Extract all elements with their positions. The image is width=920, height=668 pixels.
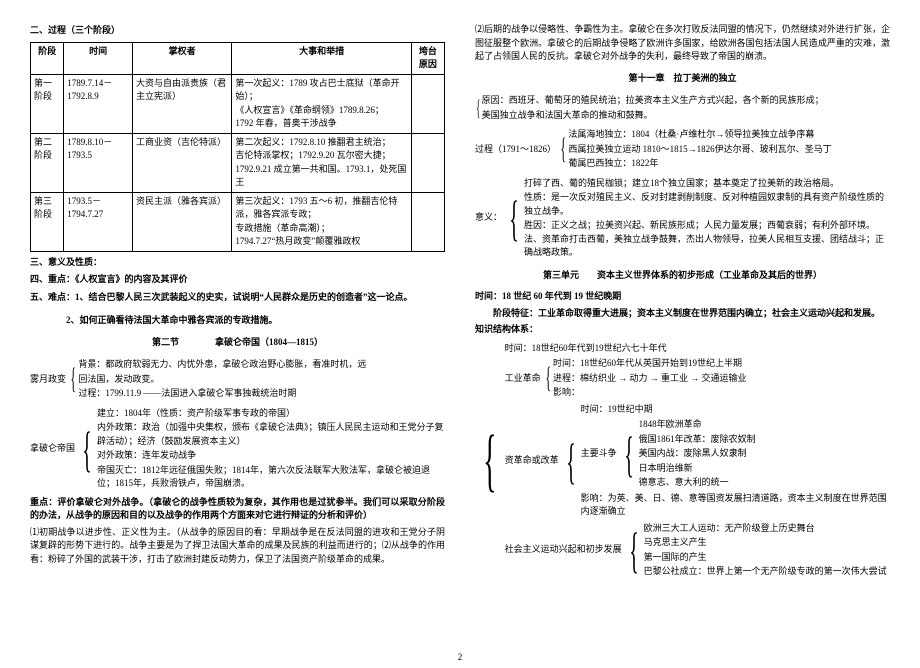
cell-events: 第一次起义：1789 攻占巴士底狱（革命开始）； 《人权宣言》《革命纲领》178…	[232, 74, 411, 133]
brace-icon: {	[483, 426, 496, 496]
proc-line: 西属拉美独立运动 1810～1815→1826伊达尔哥、玻利瓦尔、圣马丁	[568, 143, 890, 157]
ind-line: 时间：18世纪60年代从英国开始到19世纪上半期	[553, 357, 890, 371]
cell-reason	[411, 192, 444, 251]
proc-line: 葡属巴西独立：1822年	[568, 157, 890, 171]
brace-icon: {	[476, 97, 480, 119]
fight-line: 俄国1861年改革：废除农奴制	[639, 433, 890, 447]
brace-icon: {	[566, 436, 576, 486]
ind-line: 进程：棉纺织业 → 动力 → 重工业 → 交通运输业	[553, 372, 890, 386]
bracket-socialism: 社会主义运动兴起和初步发展 { 欧洲三大工人运动：无产阶级登上历史舞台 马克思主…	[505, 521, 890, 580]
ind-line: 影响：	[553, 386, 890, 400]
cell-holder: 资民主派（雅各宾派）	[132, 192, 231, 251]
phases-table: 阶段 时间 掌权者 大事和举措 垮台原因 第一阶段 1789.7.14－1792…	[30, 42, 445, 252]
bracket-label: 雾月政变	[30, 357, 68, 402]
th-reason: 垮台原因	[411, 42, 444, 74]
bracket-label: 过程（1791～1826）	[475, 127, 558, 172]
bracket-label: 资革命或改革	[505, 402, 561, 520]
focus-paragraph: 重点：评价拿破仑对外战争。（拿破仑的战争性质较为复杂，其作用也是过犹参半。我们可…	[30, 496, 445, 523]
brace-icon: {	[545, 363, 551, 393]
th-holder: 掌权者	[132, 42, 231, 74]
bg-line: 背景：都政府软弱无力、内忧外患，拿破仑政治野心膨胀，看准时机，远	[78, 358, 445, 372]
fight-line: 日本明治维新	[639, 462, 890, 476]
reform-effect: 影响：为英、美、日、德、意等国资发展扫清道路，资本主义制度在世界范围内逐渐确立	[581, 492, 890, 519]
cell-holder: 大资与自由派贵族（君主立宪派）	[132, 74, 231, 133]
cause-line: 美国独立战争和法国大革命的推动和鼓舞。	[482, 109, 890, 123]
th-phase: 阶段	[31, 42, 64, 74]
unit3-title: 第三单元 资本主义世界体系的初步形成（工业革命及其后的世界）	[475, 269, 890, 283]
soc-line: 巴黎公社成立：世界上第一个无产阶级专政的第一次伟大尝试	[644, 565, 890, 579]
struct-time: 时间：18世纪60年代到19世纪六七十年代	[505, 342, 890, 356]
time-header: 时间：18 世纪 60 年代到 19 世纪晚期	[475, 290, 890, 304]
section2-title: 第二节 拿破仑帝国（1804—1815）	[30, 336, 445, 350]
brace-icon: {	[624, 429, 634, 479]
stage-feature: 阶段特征：工业革命取得重大进展；资本主义制度在世界范围内确立；社会主义运动兴起和…	[475, 307, 890, 321]
bg-line: 过程：1799.11.9 ——法国进入拿破仑军事独裁统治时期	[78, 387, 445, 401]
cell-holder: 工商业资（吉伦特派）	[132, 133, 231, 192]
brace-icon: {	[509, 193, 519, 243]
bracket-label: 社会主义运动兴起和初步发展	[505, 521, 624, 580]
cell-reason	[411, 74, 444, 133]
brace-icon: {	[82, 424, 92, 474]
bracket-reform: 资革命或改革 { 时间：19世纪中期 主要斗争 { 1848年欧洲革命 俄国18…	[505, 402, 890, 520]
analysis-p2: ⑵后期的战争以侵略性、争霸性为主。拿破仑在多次打败反法同盟的情况下，仍然继续对外…	[475, 23, 890, 64]
bg-line: 回法国，发动政变。	[78, 373, 445, 387]
meaning-line: 胜因：正义之战；拉美资兴起、新民族形成；人民力量发展；西葡衰弱；有利外部环境。法…	[524, 219, 890, 260]
empire-line: 帝国灭亡：1812年远征俄国失败；1814年，第六次反法联军大败法军，拿破仑被迫…	[97, 464, 445, 491]
cell-time: 1789.8.10－1793.5	[64, 133, 133, 192]
fight-line: 德意志、意大利的统一	[639, 476, 890, 490]
cell-phase: 第三阶段	[31, 192, 64, 251]
table-row: 第三阶段 1793.5－1794.7.27 资民主派（雅各宾派） 第三次起义：1…	[31, 192, 445, 251]
cell-phase: 第一阶段	[31, 74, 64, 133]
structure-header: 知识结构体系：	[475, 323, 890, 337]
cell-events: 第三次起义：1793 五～6 初，推翻吉伦特派，雅各宾派专政； 专政措施（革命高…	[232, 192, 411, 251]
brace-icon: {	[560, 134, 566, 164]
heading-meaning: 三、意义及性质：	[30, 256, 445, 270]
bracket-cause: { 原因：西班牙、葡萄牙的殖民统治；拉美资本主义生产方式兴起，各个新的民族形成；…	[475, 93, 890, 123]
proc-line: 法属海地独立：1804（杜桑·卢维杜尔→领导拉美独立战争序幕	[568, 128, 890, 142]
th-time: 时间	[64, 42, 133, 74]
brace-icon: {	[629, 525, 639, 575]
bracket-process: 过程（1791～1826） { 法属海地独立：1804（杜桑·卢维杜尔→领导拉美…	[475, 127, 890, 172]
table-row: 第一阶段 1789.7.14－1792.8.9 大资与自由派贵族（君主立宪派） …	[31, 74, 445, 133]
bracket-label: 拿破仑帝国	[30, 406, 77, 492]
bracket-wuye: 雾月政变 { 背景：都政府软弱无力、内忧外患，拿破仑政治野心膨胀，看准时机，远 …	[30, 357, 445, 402]
bracket-label: 工业革命	[505, 356, 543, 401]
empire-line: 对外政策：连年发动战争	[97, 449, 445, 463]
analysis-p1: ⑴初期战争以进步性、正义性为主。（从战争的原因目的看：早期战争是在反法同盟的进攻…	[30, 526, 445, 567]
meaning-line: 打碎了西、葡的殖民枷锁；建立18个独立国家；基本奠定了拉美新的政治格局。	[524, 177, 890, 191]
chapter11-title: 第十一章 拉丁美洲的独立	[475, 72, 890, 86]
empire-line: 建立：1804年（性质：资产阶级军事专政的帝国）	[97, 407, 445, 421]
bracket-label: 主要斗争	[581, 417, 619, 491]
process-heading: 二、过程（三个阶段）	[30, 24, 445, 38]
reform-time: 时间：19世纪中期	[581, 403, 890, 417]
heading-focus: 四、重点：《人权宣言》的内容及其评价	[30, 273, 445, 287]
bracket-structure: { 时间：18世纪60年代到19世纪六七十年代 工业革命 { 时间：18世纪60…	[475, 341, 890, 581]
cell-phase: 第二阶段	[31, 133, 64, 192]
bracket-industrial: 工业革命 { 时间：18世纪60年代从英国开始到19世纪上半期 进程：棉纺织业 …	[505, 356, 890, 401]
bracket-meaning: 意义： { 打碎了西、葡的殖民枷锁；建立18个独立国家；基本奠定了拉美新的政治格…	[475, 176, 890, 261]
cell-events: 第二次起义：1792.8.10 推翻君主统治； 吉伦特派掌权；1792.9.20…	[232, 133, 411, 192]
th-events: 大事和举措	[232, 42, 411, 74]
soc-line: 马克思主义产生	[644, 536, 890, 550]
empire-line: 内外政策：政治（加强中央集权，颁布《拿破仑法典》；镇压人民民主运动和王党分子复辟…	[97, 421, 445, 448]
fight-line: 美国内战：废除黑人奴隶制	[639, 447, 890, 461]
right-column: ⑵后期的战争以侵略性、争霸性为主。拿破仑在多次打败反法同盟的情况下，仍然继续对外…	[475, 20, 890, 658]
cell-time: 1793.5－1794.7.27	[64, 192, 133, 251]
cause-line: 原因：西班牙、葡萄牙的殖民统治；拉美资本主义生产方式兴起，各个新的民族形成；	[482, 94, 890, 108]
page-number: 2	[458, 651, 463, 665]
soc-line: 第一国际的产生	[644, 551, 890, 565]
bracket-label: 意义：	[475, 176, 504, 261]
soc-line: 欧洲三大工人运动：无产阶级登上历史舞台	[644, 522, 890, 536]
left-column: 二、过程（三个阶段） 阶段 时间 掌权者 大事和举措 垮台原因 第一阶段 178…	[30, 20, 445, 658]
brace-icon: {	[70, 364, 76, 394]
cell-time: 1789.7.14－1792.8.9	[64, 74, 133, 133]
bracket-fight: 主要斗争 { 1848年欧洲革命 俄国1861年改革：废除农奴制 美国内战：废除…	[581, 417, 890, 491]
heading-difficulty-2: 2、如何正确看待法国大革命中雅各宾派的专政措施。	[30, 314, 445, 328]
heading-difficulty-1: 五、难点：1、结合巴黎人民三次武装起义的史实，试说明“人民群众是历史的创造者”这…	[30, 291, 445, 305]
table-row: 第二阶段 1789.8.10－1793.5 工商业资（吉伦特派） 第二次起义：1…	[31, 133, 445, 192]
bracket-empire: 拿破仑帝国 { 建立：1804年（性质：资产阶级军事专政的帝国） 内外政策：政治…	[30, 406, 445, 492]
meaning-line: 性质：是一次反对殖民主义、反对封建剥削制度、反对种植园奴隶制的具有资产阶级性质的…	[524, 191, 890, 218]
cell-reason	[411, 133, 444, 192]
fight-line: 1848年欧洲革命	[639, 418, 890, 432]
